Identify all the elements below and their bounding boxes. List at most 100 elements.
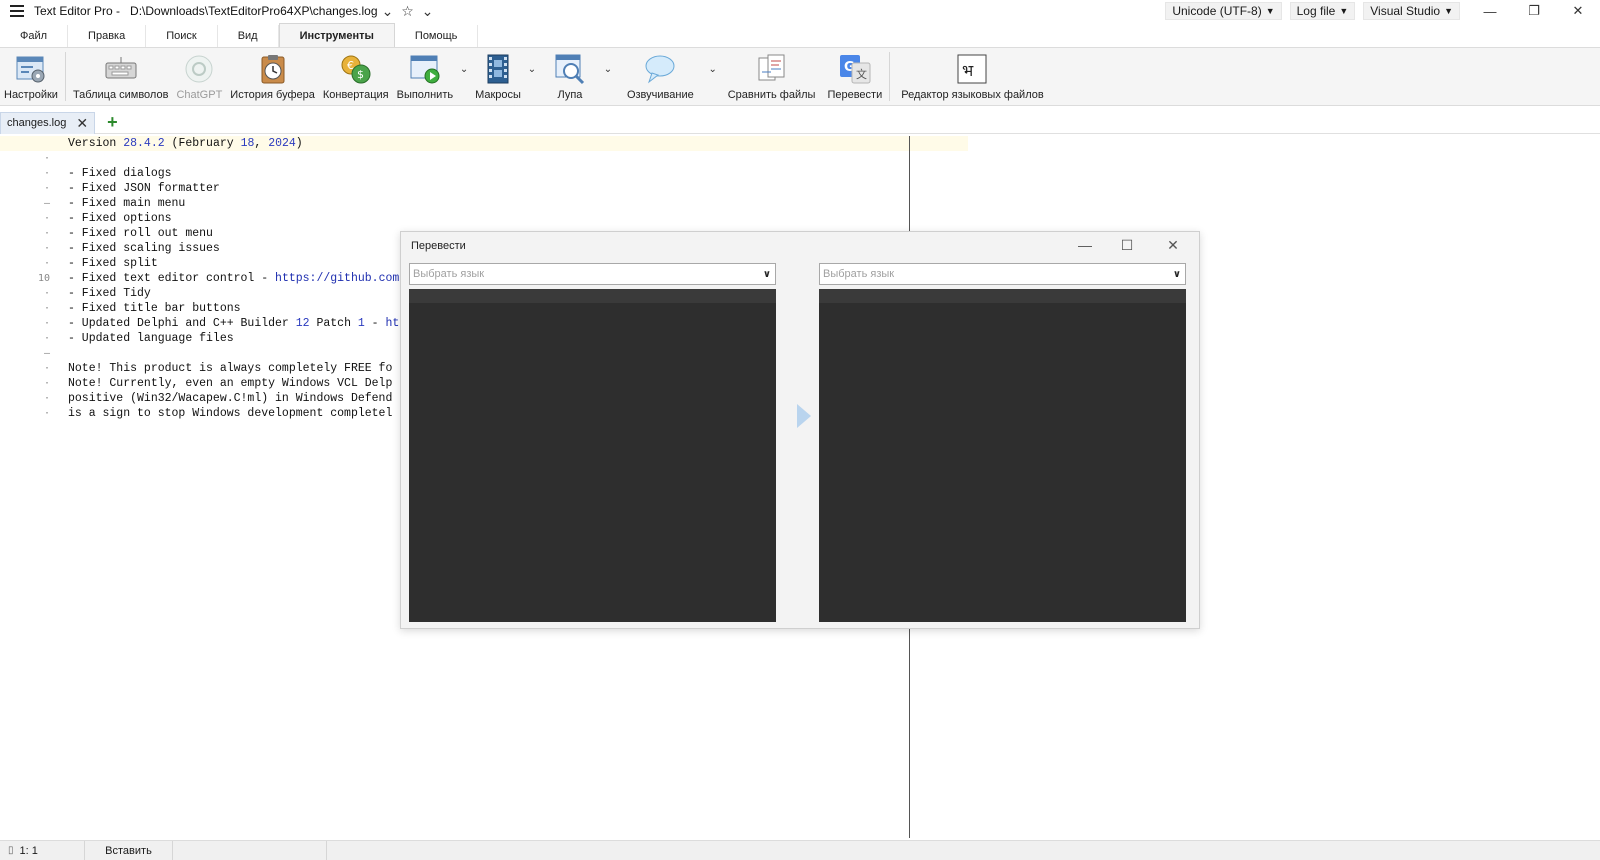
code-line[interactable] [68,151,968,166]
hamburger-menu-icon[interactable] [0,0,34,22]
speech-button[interactable]: Озвучивание [615,48,706,105]
translate-dialog: Перевести — ☐ ✕ Выбрать язык ∨ Выбрать я… [400,231,1200,629]
execute-button[interactable]: Выполнить [393,48,457,105]
tab-search[interactable]: Поиск [146,25,218,47]
translate-label: Перевести [827,89,883,101]
code-url: https://github.com [275,272,400,285]
code-number: 1 [357,317,365,330]
maximize-icon[interactable]: ☐ [1105,232,1149,258]
clipboard-history-button[interactable]: История буфера [226,48,319,105]
language-editor-button[interactable]: भ Редактор языковых файлов [893,48,1052,105]
source-language-placeholder: Выбрать язык [413,268,485,280]
title-bar: Text Editor Pro - D:\Downloads\TextEdito… [0,0,1600,22]
line-number: · [43,333,50,344]
code-text: (February [164,137,241,150]
code-text: - Updated language files [68,332,234,345]
source-text-pane[interactable] [409,289,776,622]
run-window-icon [410,55,440,84]
menu-tabs: Файл Правка Поиск Вид Инструменты Помощь [0,23,1600,48]
chevron-down-icon[interactable]: ⌄ [418,0,438,22]
code-text: Note! Currently, even an empty Windows V… [68,377,393,390]
line-number: · [43,318,50,329]
code-line[interactable]: - Fixed dialogs [68,166,968,181]
conversion-button[interactable]: € $ Конвертация [319,48,393,105]
code-text: - Fixed main menu [68,197,186,210]
compare-files-button[interactable]: Сравнить файлы [720,48,824,105]
tab-tools[interactable]: Инструменты [278,23,395,47]
code-number: 18 [240,137,255,150]
speech-dropdown-chevron-icon[interactable]: ⌄ [706,48,720,105]
translate-arrow-icon[interactable] [797,404,811,428]
close-icon[interactable]: ✕ [1151,232,1195,258]
chevron-down-icon: ∨ [1172,268,1181,280]
magnifier-button[interactable]: Лупа [539,48,601,105]
highlighter-dropdown[interactable]: Log file ▼ [1289,2,1356,20]
ribbon-toolbar: Настройки Таблица символов ChatGPT Истор… [0,48,1600,106]
chevron-down-icon: ▼ [1444,6,1453,16]
minimize-icon[interactable]: — [1468,0,1512,22]
add-tab-icon[interactable]: + [107,112,118,133]
theme-dropdown[interactable]: Visual Studio ▼ [1363,2,1460,20]
translate-button[interactable]: G文 Перевести [823,48,886,105]
code-text: - Fixed Tidy [68,287,151,300]
ribbon-separator [889,52,891,101]
tab-edit[interactable]: Правка [68,25,147,47]
line-number: · [43,303,50,314]
chevron-down-icon[interactable]: ⌄ [378,0,398,22]
settings-button[interactable]: Настройки [0,48,62,105]
keyboard-icon [105,57,137,79]
minimize-icon[interactable]: — [1063,232,1107,258]
app-title: Text Editor Pro - [34,4,121,18]
macros-button[interactable]: Макросы [471,48,525,105]
ribbon-separator [64,52,66,101]
settings-icon [16,56,45,83]
source-language-select[interactable]: Выбрать язык ∨ [409,263,776,285]
speech-bubble-icon [645,55,675,84]
document-icon: ▯ [8,845,14,856]
close-icon[interactable]: ✕ [1556,0,1600,22]
tab-file[interactable]: Файл [0,25,69,47]
close-tab-icon[interactable]: ✕ [76,115,88,132]
code-line[interactable]: - Fixed JSON formatter [68,181,968,196]
restore-icon[interactable]: ❐ [1512,0,1556,22]
insert-mode[interactable]: Вставить [85,840,173,860]
chatgpt-button[interactable]: ChatGPT [172,48,226,105]
line-number: · [43,408,50,419]
compare-files-label: Сравнить файлы [727,89,816,101]
doc-tab-changes-log[interactable]: changes.log ✕ [0,111,96,134]
clipboard-history-label: История буфера [230,89,315,101]
magnifier-dropdown-chevron-icon[interactable]: ⌄ [601,48,615,105]
dialog-title: Перевести [411,240,466,252]
star-icon[interactable]: ☆ [398,0,418,22]
target-text-pane[interactable] [819,289,1186,622]
clipboard-clock-icon [261,55,285,84]
macros-dropdown-chevron-icon[interactable]: ⌄ [525,48,539,105]
magnifier-icon [555,54,585,85]
macros-label: Макросы [475,89,521,101]
currency-convert-icon: €$ [341,55,371,84]
line-number: · [43,243,50,254]
svg-text:文: 文 [856,67,867,81]
line-number: · [43,258,50,269]
film-icon [487,54,509,84]
code-line[interactable]: - Fixed main menu [68,196,968,211]
target-language-select[interactable]: Выбрать язык ∨ [819,263,1186,285]
line-number: · [43,363,50,374]
chatgpt-label: ChatGPT [176,89,223,101]
char-table-button[interactable]: Таблица символов [69,48,173,105]
code-line[interactable]: Version 28.4.2 (February 18, 2024) [0,136,968,151]
execute-dropdown-chevron-icon[interactable]: ⌄ [457,48,471,105]
target-language-placeholder: Выбрать язык [823,268,895,280]
encoding-dropdown[interactable]: Unicode (UTF-8) ▼ [1165,2,1282,20]
tab-view[interactable]: Вид [218,25,279,47]
chevron-down-icon: ▼ [1339,6,1349,16]
line-number: · [43,228,50,239]
code-text: , [254,137,269,150]
magnifier-label: Лупа [557,89,583,101]
code-text: - Fixed split [68,257,158,270]
code-line[interactable]: - Fixed options [68,211,968,226]
encoding-label: Unicode (UTF-8) [1172,4,1262,18]
code-text: - Updated Delphi and C++ Builder [68,317,296,330]
chatgpt-icon [185,55,213,83]
tab-help[interactable]: Помощь [395,25,479,47]
